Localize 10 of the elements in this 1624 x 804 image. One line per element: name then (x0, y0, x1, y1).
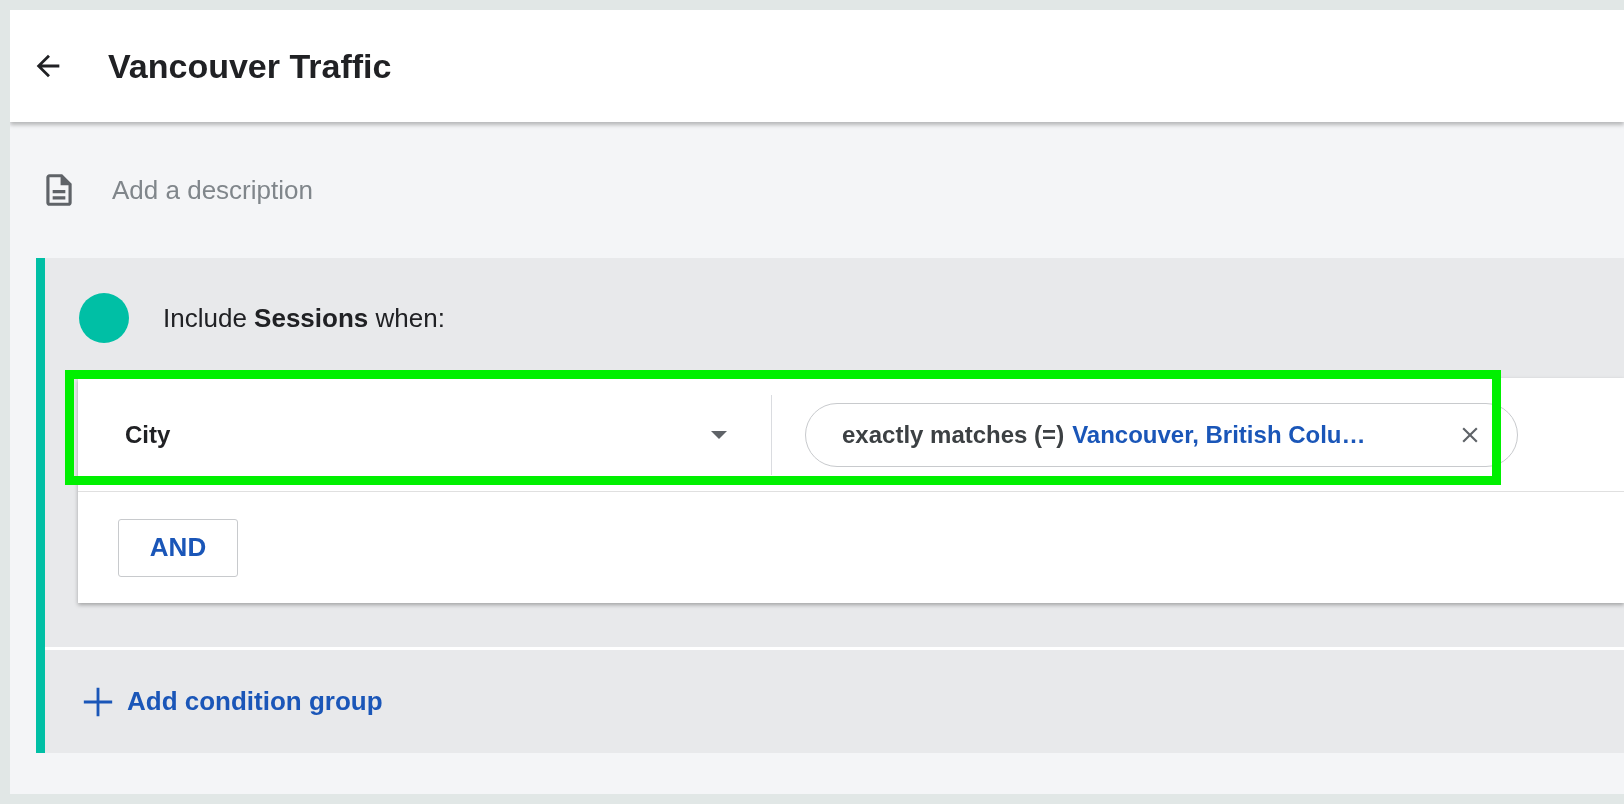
dimension-dropdown[interactable]: City (125, 420, 727, 449)
value-text: Vancouver, British Colu… (1072, 420, 1366, 449)
include-sentence: Include Sessions when: (163, 302, 445, 334)
add-condition-group-link[interactable]: Add condition group (127, 686, 383, 717)
group-status-dot (79, 293, 129, 343)
operator-text: exactly matches (=) (842, 420, 1065, 449)
page-title: Vancouver Traffic (108, 46, 392, 86)
caret-icon (711, 430, 727, 439)
description-field[interactable]: Add a description (110, 173, 614, 207)
and-button[interactable]: AND (118, 518, 238, 577)
